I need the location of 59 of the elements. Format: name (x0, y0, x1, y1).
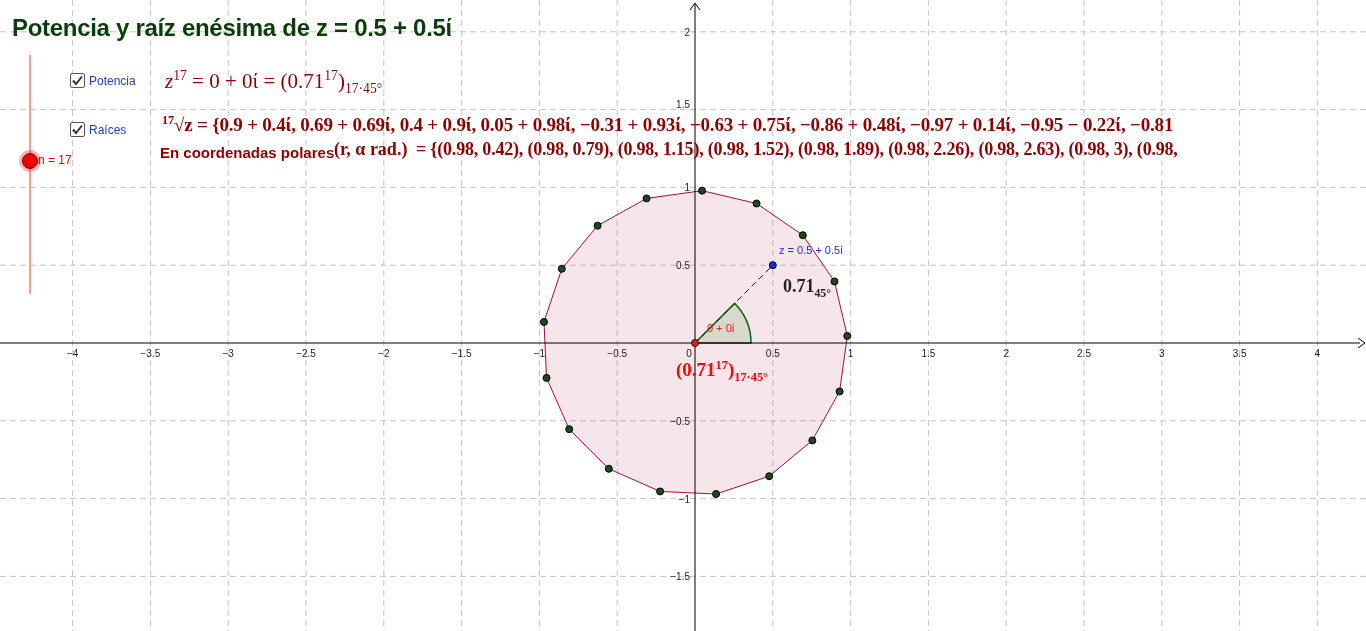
axis-tick-label: 0.5 (765, 348, 780, 359)
slider-label: n = 17 (38, 153, 72, 167)
checkbox[interactable]: Potencia (70, 73, 136, 88)
axis-tick-label: 2 (684, 26, 690, 38)
angle-sector (694, 302, 752, 344)
root-point[interactable] (539, 317, 548, 326)
root-point[interactable] (604, 464, 613, 473)
axis-tick-label: 1.5 (921, 348, 936, 359)
axis-tick-label: 1 (684, 182, 690, 194)
axis-tick-label: 3.5 (1232, 348, 1247, 359)
polar-values: = {(0.98, 0.42), (0.98, 0.79), (0.98, 1.15), (0.98, 1.52), (0.98, 1.89), (0.98, 2.26), (0.98, 2.63), (0.98, 3), (0.98, (416, 139, 1178, 160)
root-point[interactable] (808, 436, 817, 445)
axis-tick-label: −1 (678, 493, 690, 505)
root-point[interactable] (593, 221, 602, 230)
root-point[interactable] (798, 231, 807, 240)
root-point[interactable] (843, 331, 852, 340)
z-label: z = 0.5 + 0.5ί (779, 244, 843, 256)
axis-tick-label: −3 (222, 348, 234, 359)
root-point[interactable] (656, 487, 665, 496)
axis-tick-label: −0.5 (670, 415, 690, 427)
root-point[interactable] (565, 425, 574, 434)
root-point[interactable] (698, 186, 707, 195)
axis-tick-label: −1.5 (451, 348, 472, 359)
axis-tick-label: 0 (686, 348, 692, 359)
axis-tick-label: −2 (378, 348, 390, 359)
root-point[interactable] (557, 264, 566, 273)
root-point[interactable] (835, 387, 844, 396)
page-title: Potencia y raíz enésima de z = 0.5 + 0.5ί (12, 14, 452, 42)
axis-tick-label: 2 (1003, 348, 1009, 359)
root-point[interactable] (642, 194, 651, 203)
root-point[interactable] (765, 472, 774, 481)
axis-tick-label: −2.5 (296, 348, 316, 359)
polar-notation: (r, α rad.) (334, 139, 408, 159)
power-formula: z$^{17}$ = 0 + 0ί = (0.71$^{17}$)$_{17·45°}$ (165, 68, 383, 98)
axis-tick-label: −1 (533, 348, 546, 359)
modulus-label: 0.71$_{45°}$ (783, 276, 831, 300)
axis-tick-label: −4 (66, 348, 79, 359)
axis-tick-label: 1.5 (676, 98, 690, 110)
z-point[interactable] (768, 261, 777, 270)
axis-tick-label: −3.5 (140, 348, 161, 359)
root-point[interactable] (542, 373, 551, 382)
power-label: (0.71$^{17}$)$_{17·45°}$ (676, 358, 768, 386)
slider-thumb[interactable] (22, 153, 38, 169)
check-icon (72, 124, 83, 135)
axis-tick-label: −0.5 (607, 348, 628, 359)
checkbox[interactable]: Raíces (70, 122, 127, 137)
axis-tick-label: 3 (1159, 348, 1165, 359)
root-point[interactable] (712, 490, 721, 499)
axis-tick-label: 2.5 (1077, 348, 1091, 359)
axis-tick-label: 0.5 (676, 260, 690, 272)
axis-tick-label: 1 (847, 348, 854, 359)
polar-label: En coordenadas polares (160, 144, 335, 161)
roots-formula: $^{17}$√z = {0.9 + 0.4ί, 0.69 + 0.69ί, 0.4 + 0.9ί, 0.05 + 0.98ί, −0.31 + 0.93ί, −0.63 + 0.75ί, −0.86 + 0.48ί, −0.97 + 0.14ί, −0.95 − 0.22ί, −0.81 (162, 113, 1174, 137)
axis-tick-label: −1.5 (670, 571, 690, 583)
power-point[interactable] (691, 339, 699, 347)
check-icon (72, 75, 83, 86)
axis-tick-label: 4 (1314, 348, 1321, 359)
root-point[interactable] (830, 277, 839, 286)
root-point[interactable] (752, 199, 761, 208)
